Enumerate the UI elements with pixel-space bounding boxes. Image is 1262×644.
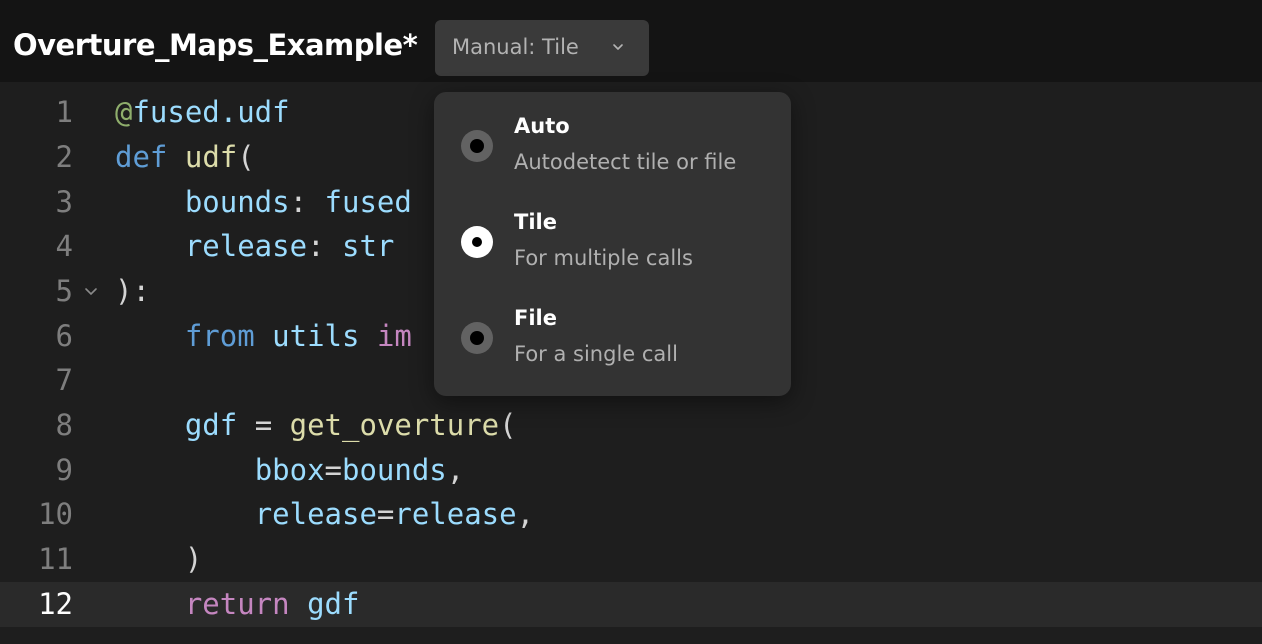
option-description: Autodetect tile or file (514, 150, 737, 174)
code-token: = (324, 453, 342, 487)
code-token: gdf (307, 587, 360, 621)
code-token: udf (184, 140, 238, 174)
title-bar: Overture_Maps_Example* Manual: Tile (0, 0, 1262, 82)
option-description: For a single call (514, 342, 678, 366)
line-number: 10 (38, 497, 73, 531)
code-token: , (516, 497, 535, 531)
code-token: im (376, 319, 412, 353)
file-title: Overture_Maps_Example* (13, 28, 418, 62)
code-token: def (115, 140, 168, 174)
code-token: from (184, 319, 255, 353)
line-number: 9 (55, 453, 73, 487)
code-token: ) (184, 542, 203, 576)
chevron-down-icon (613, 44, 623, 50)
line-number: 4 (55, 229, 73, 263)
code-token: bounds (342, 453, 447, 487)
code-token: str (341, 229, 395, 263)
line-number: 11 (38, 542, 73, 576)
code-line[interactable]: 9 bbox=bounds, (0, 448, 1262, 493)
code-token: utils (272, 319, 360, 353)
code-token: = (376, 497, 395, 531)
code-token: , (446, 453, 465, 487)
line-number: 7 (55, 363, 73, 397)
code-token: bbox (254, 453, 325, 487)
line-number: 6 (55, 319, 73, 353)
code-text: from utils im (115, 314, 412, 359)
code-token: fused (324, 185, 412, 219)
code-text: gdf = get_overture( (115, 403, 517, 448)
code-text: ): (115, 269, 150, 314)
radio-icon[interactable] (461, 130, 493, 162)
code-token: ( (499, 408, 517, 442)
code-text: bounds: fused (115, 180, 412, 225)
execution-mode-value: Manual: Tile (452, 35, 579, 59)
code-token: gdf (184, 408, 238, 442)
mode-option-file[interactable]: File For a single call (434, 284, 791, 380)
code-line[interactable]: 8 gdf = get_overture( (0, 403, 1262, 448)
code-text: return gdf (115, 582, 360, 627)
radio-icon[interactable] (461, 322, 493, 354)
code-token: release (254, 497, 377, 531)
code-token: ): (115, 274, 150, 308)
line-number: 1 (55, 95, 73, 129)
code-text: ) (115, 537, 202, 582)
line-number: 12 (38, 587, 73, 621)
code-token: bounds (184, 185, 290, 219)
code-text: bbox=bounds, (115, 448, 465, 493)
line-number: 3 (55, 185, 73, 219)
code-token: : (307, 229, 342, 263)
code-line[interactable]: 11 ) (0, 537, 1262, 582)
option-description: For multiple calls (514, 246, 693, 270)
code-token: return (184, 587, 290, 621)
line-number: 5 (55, 274, 73, 308)
code-token: @ (115, 95, 133, 129)
option-title: Auto (514, 114, 570, 138)
code-token: release (184, 229, 308, 263)
code-token: get_overture (289, 408, 500, 442)
radio-selected-icon[interactable] (461, 226, 493, 258)
option-title: File (514, 306, 557, 330)
code-line[interactable]: 10 release=release, (0, 492, 1262, 537)
mode-option-tile[interactable]: Tile For multiple calls (434, 188, 791, 284)
code-text: def udf( (115, 135, 255, 180)
code-text: release: str (115, 224, 395, 269)
code-token: : (289, 185, 325, 219)
execution-mode-menu: Auto Autodetect tile or file Tile For mu… (434, 92, 791, 396)
code-token: = (237, 408, 290, 442)
code-text: release=release, (115, 492, 534, 537)
line-number: 2 (55, 140, 73, 174)
code-token: fused.udf (132, 95, 290, 129)
fold-chevron-icon[interactable] (83, 283, 99, 299)
code-line[interactable]: 12 return gdf (0, 582, 1262, 627)
code-token: release (394, 497, 517, 531)
line-number: 8 (55, 408, 73, 442)
code-text: @fused.udf (115, 90, 290, 135)
execution-mode-select[interactable]: Manual: Tile (435, 20, 649, 76)
option-title: Tile (514, 210, 557, 234)
code-token: ( (237, 140, 255, 174)
mode-option-auto[interactable]: Auto Autodetect tile or file (434, 92, 791, 188)
